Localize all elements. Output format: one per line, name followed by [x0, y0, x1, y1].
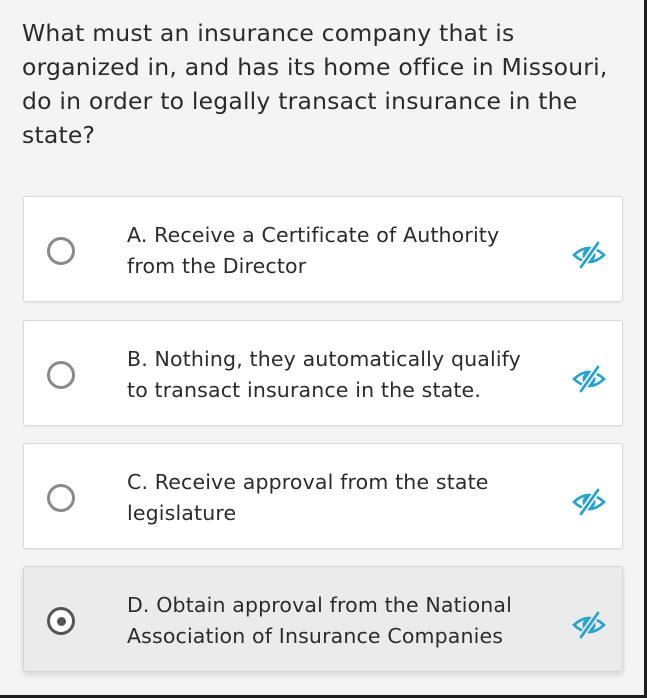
- answer-option-a[interactable]: A. Receive a Certificate of Authority fr…: [23, 196, 623, 302]
- answer-option-b[interactable]: B. Nothing, they automatically qualify t…: [23, 320, 623, 426]
- radio-button-c[interactable]: [47, 484, 75, 512]
- answer-option-c-label: C. Receive approval from the state legis…: [127, 470, 489, 525]
- radio-button-d[interactable]: [47, 607, 75, 635]
- answer-option-d[interactable]: D. Obtain approval from the National Ass…: [23, 566, 623, 672]
- radio-selected-dot: [56, 616, 66, 626]
- radio-button-b[interactable]: [47, 361, 75, 389]
- radio-button-a[interactable]: [47, 237, 75, 265]
- answer-option-a-label: A. Receive a Certificate of Authority fr…: [127, 223, 500, 278]
- eye-slash-icon[interactable]: [570, 488, 608, 516]
- quiz-screen: What must an insurance company that is o…: [0, 0, 647, 698]
- answer-option-d-label: D. Obtain approval from the National Ass…: [127, 593, 512, 648]
- question-text: What must an insurance company that is o…: [22, 19, 608, 149]
- eye-slash-icon[interactable]: [570, 241, 608, 269]
- eye-slash-icon[interactable]: [570, 365, 608, 393]
- eye-slash-icon[interactable]: [570, 611, 608, 639]
- answer-option-b-label: B. Nothing, they automatically qualify t…: [127, 347, 521, 402]
- answer-option-c[interactable]: C. Receive approval from the state legis…: [23, 443, 623, 549]
